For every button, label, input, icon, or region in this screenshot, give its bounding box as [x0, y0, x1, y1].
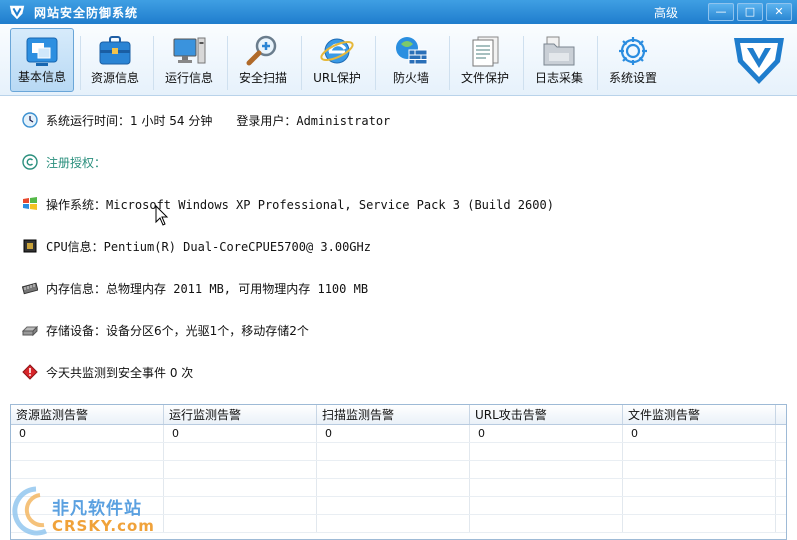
- events-text: 今天共监测到安全事件 0 次: [46, 365, 194, 380]
- hard-drive-icon: [22, 325, 38, 337]
- storage-row: 存储设备：设备分区6个，光驱1个，移动存储2个: [22, 321, 309, 339]
- empty-table-row: [11, 443, 786, 461]
- title-bar: 网站安全防御系统 高级 — □ ✕: [0, 0, 797, 24]
- computer-icon: [173, 37, 206, 64]
- table-cell: 0: [164, 425, 317, 442]
- basic-info-icon: [26, 37, 58, 66]
- ie-globe-icon: [320, 38, 354, 64]
- toolbar-divider: [80, 36, 81, 90]
- mouse-cursor-icon: [155, 205, 169, 226]
- tab-firewall[interactable]: 防火墙: [379, 28, 443, 92]
- tab-label: URL保护: [313, 71, 361, 85]
- table-header: 资源监测告警 运行监测告警 扫描监测告警 URL攻击告警 文件监测告警: [11, 405, 786, 425]
- storage-text: 存储设备：设备分区6个，光驱1个，移动存储2个: [46, 323, 309, 338]
- shield-logo-icon: [9, 5, 25, 20]
- tab-runtime-info[interactable]: 运行信息: [157, 28, 221, 92]
- window-title: 网站安全防御系统: [34, 5, 139, 20]
- table-cell: 0: [623, 425, 776, 442]
- watermark-cn: 非凡软件站: [52, 499, 142, 519]
- table-cell: 0: [317, 425, 470, 442]
- warning-diamond-icon: [22, 364, 38, 380]
- empty-table-row: [11, 461, 786, 479]
- close-button[interactable]: ✕: [766, 3, 792, 21]
- gear-icon: [619, 37, 647, 65]
- tab-label: 资源信息: [90, 71, 139, 85]
- memory-row: 内存信息：总物理内存 2011 MB, 可用物理内存 1100 MB: [22, 279, 368, 297]
- tab-security-scan[interactable]: 安全扫描: [231, 28, 295, 92]
- tab-label: 基本信息: [17, 70, 66, 84]
- tab-label: 文件保护: [460, 71, 509, 85]
- tab-label: 日志采集: [534, 71, 583, 85]
- toolbar-divider: [375, 36, 376, 90]
- brand-shield-logo-icon: [734, 38, 784, 84]
- firewall-icon: [396, 37, 428, 65]
- column-header[interactable]: URL攻击告警: [470, 405, 623, 424]
- folder-icon: [543, 36, 575, 66]
- clock-icon: [22, 112, 38, 128]
- windows-logo-icon: [23, 197, 37, 210]
- os-row: 操作系统：Microsoft Windows XP Professional, …: [22, 195, 554, 213]
- tab-log-collection[interactable]: 日志采集: [527, 28, 591, 92]
- uptime-text: 系统运行时间：1 小时 54 分钟: [46, 113, 213, 128]
- toolbar-divider: [153, 36, 154, 90]
- table-cell: 0: [11, 425, 164, 442]
- maximize-button[interactable]: □: [737, 3, 763, 21]
- tab-label: 运行信息: [164, 71, 213, 85]
- memory-text: 内存信息：总物理内存 2011 MB, 可用物理内存 1100 MB: [46, 281, 369, 296]
- os-text: 操作系统：Microsoft Windows XP Professional, …: [46, 197, 554, 212]
- tab-basic-info[interactable]: 基本信息: [10, 28, 74, 92]
- events-row: 今天共监测到安全事件 0 次: [22, 363, 193, 381]
- tab-resource-info[interactable]: 资源信息: [83, 28, 147, 92]
- cpu-text: CPU信息：Pentium(R) Dual-CoreCPUE5700@ 3.00…: [46, 239, 371, 254]
- license-link[interactable]: 注册授权：: [46, 154, 106, 171]
- minimize-button[interactable]: —: [708, 3, 734, 21]
- uptime-row: 系统运行时间：1 小时 54 分钟 登录用户：Administrator: [22, 111, 390, 129]
- cpu-row: CPU信息：Pentium(R) Dual-CoreCPUE5700@ 3.00…: [22, 237, 371, 255]
- toolbar-divider: [301, 36, 302, 90]
- column-header[interactable]: 资源监测告警: [11, 405, 164, 424]
- table-row[interactable]: 0 0 0 0 0: [11, 425, 786, 443]
- tab-label: 防火墙: [392, 71, 429, 85]
- main-toolbar: 基本信息 资源信息 运行信息 安全扫描 URL保护 防火墙 文件保护 日志采集 …: [0, 24, 797, 96]
- column-header[interactable]: 运行监测告警: [164, 405, 317, 424]
- memory-module-icon: [22, 282, 38, 295]
- license-row: 注册授权：: [22, 153, 106, 171]
- document-icon: [472, 36, 499, 67]
- advanced-link[interactable]: 高级: [654, 4, 678, 21]
- toolbar-divider: [597, 36, 598, 90]
- tab-file-protection[interactable]: 文件保护: [453, 28, 517, 92]
- table-cell: 0: [470, 425, 623, 442]
- login-user-text: 登录用户：Administrator: [236, 113, 391, 128]
- cpu-chip-icon: [23, 239, 37, 253]
- toolbar-divider: [227, 36, 228, 90]
- tab-system-settings[interactable]: 系统设置: [601, 28, 665, 92]
- column-header[interactable]: 文件监测告警: [623, 405, 776, 424]
- column-header[interactable]: 扫描监测告警: [317, 405, 470, 424]
- tab-label: 安全扫描: [238, 71, 287, 85]
- briefcase-icon: [99, 36, 131, 65]
- magnifier-icon: [246, 35, 277, 66]
- watermark-en: CRSKY.com: [52, 517, 155, 535]
- toolbar-divider: [449, 36, 450, 90]
- tab-label: 系统设置: [608, 71, 657, 85]
- toolbar-divider: [523, 36, 524, 90]
- tab-url-protection[interactable]: URL保护: [305, 28, 369, 92]
- basic-info-panel: 系统运行时间：1 小时 54 分钟 登录用户：Administrator 注册授…: [0, 97, 797, 403]
- copyright-icon: [22, 154, 38, 170]
